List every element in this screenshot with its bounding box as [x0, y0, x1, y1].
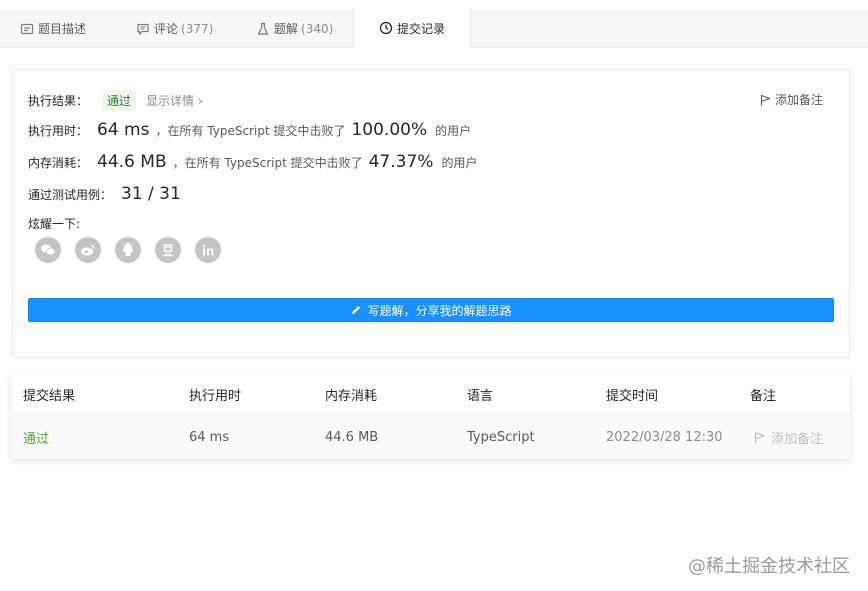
tab-description[interactable]: 题目描述	[20, 9, 120, 48]
memory-row: 内存消耗： 44.6 MB ，在所有 TypeScript 提交中击败了 47.…	[28, 152, 477, 172]
submissions-table: 提交结果 执行用时 内存消耗 语言 提交时间 备注 通过 64 ms 44.6 …	[11, 374, 850, 459]
table-header: 提交结果 执行用时 内存消耗 语言 提交时间 备注	[11, 374, 850, 415]
header-runtime: 执行用时	[189, 388, 242, 404]
douban-icon[interactable]	[155, 237, 181, 263]
cases-value: 31 / 31	[121, 184, 181, 204]
result-card: 执行结果： 通过 显示详情 › 添加备注 执行用时： 64 ms ，在所有 Ty…	[12, 69, 850, 358]
share-icons	[35, 237, 235, 263]
share-row: 炫耀一下:	[28, 215, 80, 232]
runtime-row: 执行用时： 64 ms ，在所有 TypeScript 提交中击败了 100.0…	[28, 120, 471, 140]
tab-comments-count: (377)	[181, 21, 214, 36]
cases-label: 通过测试用例：	[28, 188, 113, 202]
runtime-users-text: 的用户	[435, 124, 472, 138]
row-add-note-button[interactable]: 添加备注	[754, 415, 823, 459]
linkedin-icon[interactable]	[195, 237, 221, 263]
flask-icon	[256, 22, 270, 36]
header-memory: 内存消耗	[325, 388, 378, 404]
qq-icon[interactable]	[115, 237, 141, 263]
status-row: 执行结果： 通过 显示详情 ›	[28, 90, 203, 111]
add-note-label: 添加备注	[774, 93, 823, 107]
row-memory: 44.6 MB	[325, 429, 379, 445]
memory-users-text: 的用户	[441, 156, 478, 170]
row-time: 2022/03/28 12:30	[606, 429, 723, 445]
memory-text: ，在所有 TypeScript 提交中击败了	[172, 156, 363, 170]
tab-description-label: 题目描述	[38, 22, 87, 36]
runtime-label: 执行用时：	[28, 124, 89, 138]
show-detail-link[interactable]: 显示详情 ›	[146, 92, 203, 109]
tab-comments-label: 评论	[154, 22, 179, 36]
tab-comments[interactable]: 评论 (377)	[136, 9, 236, 48]
clock-icon	[379, 21, 393, 35]
share-label: 炫耀一下:	[28, 217, 81, 231]
status-badge: 通过	[102, 90, 137, 111]
write-solution-button[interactable]: 写题解，分享我的解题思路	[28, 298, 834, 322]
wechat-icon[interactable]	[35, 237, 61, 263]
tab-solutions[interactable]: 题解 (340)	[256, 9, 356, 48]
tab-submissions-label: 提交记录	[396, 21, 445, 36]
header-language: 语言	[467, 388, 494, 404]
table-row[interactable]: 通过 64 ms 44.6 MB TypeScript 2022/03/28 1…	[11, 415, 850, 459]
weibo-icon[interactable]	[75, 237, 101, 263]
tab-solutions-count: (340)	[301, 21, 334, 36]
row-language: TypeScript	[467, 429, 535, 445]
tab-bar: 题目描述 评论 (377) 题解 (340) 提交记录	[0, 8, 868, 48]
description-icon	[20, 22, 34, 36]
watermark: @稀土掘金技术社区	[688, 556, 850, 577]
flag-icon	[760, 94, 771, 105]
write-solution-label: 写题解，分享我的解题思路	[367, 303, 512, 318]
row-runtime: 64 ms	[189, 429, 230, 445]
tab-submissions[interactable]: 提交记录	[353, 8, 471, 48]
tab-solutions-label: 题解	[274, 22, 299, 36]
row-result[interactable]: 通过	[23, 415, 49, 459]
header-result: 提交结果	[23, 388, 76, 404]
flag-icon	[754, 431, 765, 443]
runtime-percentile: 100.00%	[351, 120, 428, 140]
row-add-note-label: 添加备注	[771, 431, 824, 447]
memory-value: 44.6 MB	[97, 152, 167, 172]
pencil-icon	[352, 306, 361, 314]
header-note: 备注	[750, 388, 777, 404]
add-note-button[interactable]: 添加备注	[760, 91, 823, 108]
cases-row: 通过测试用例： 31 / 31	[28, 184, 187, 204]
comment-icon	[136, 22, 150, 36]
runtime-text: ，在所有 TypeScript 提交中击败了	[155, 124, 346, 138]
runtime-value: 64 ms	[97, 120, 150, 140]
status-label: 执行结果：	[28, 94, 89, 108]
header-time: 提交时间	[606, 388, 659, 404]
memory-percentile: 47.37%	[368, 152, 434, 172]
memory-label: 内存消耗：	[28, 156, 89, 170]
